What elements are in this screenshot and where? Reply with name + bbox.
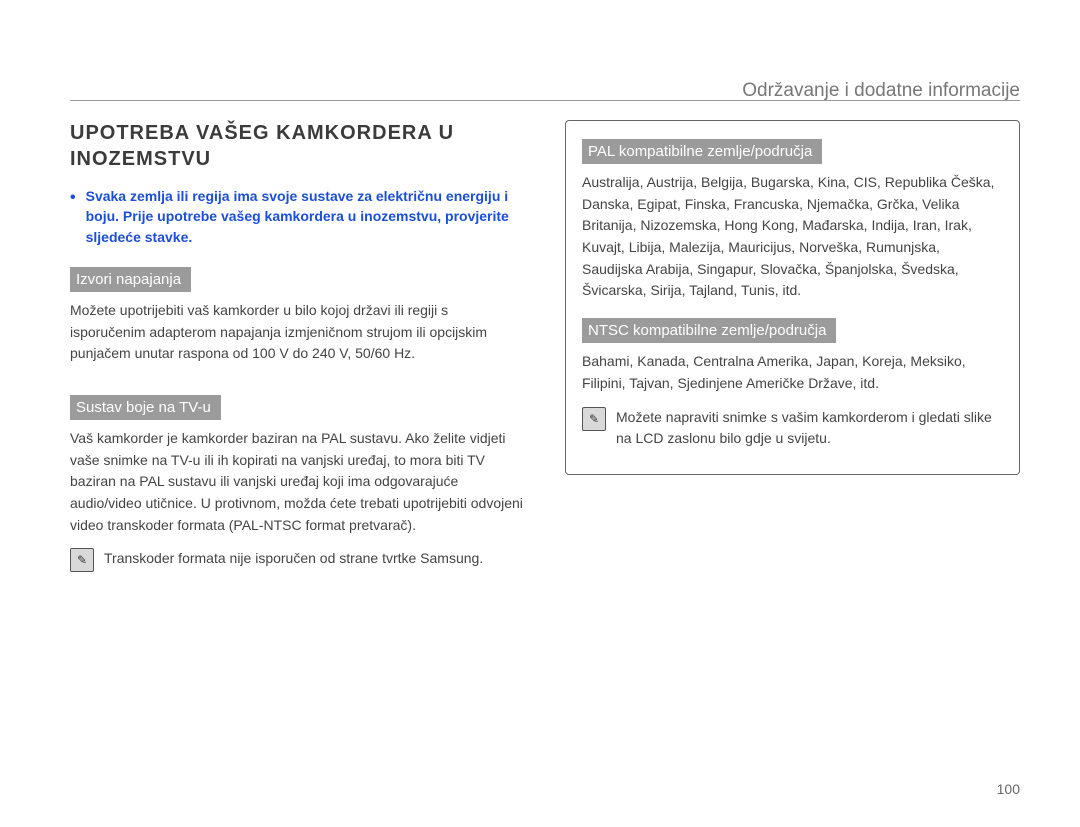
right-column: PAL kompatibilne zemlje/područja Austral… xyxy=(565,120,1020,586)
tv-color-heading: Sustav boje na TV-u xyxy=(70,395,221,420)
power-sources-body: Možete upotrijebiti vaš kamkorder u bilo… xyxy=(70,300,525,365)
page-title: UPOTREBA VAŠEG KAMKORDERA U INOZEMSTVU xyxy=(70,120,525,172)
ntsc-body: Bahami, Kanada, Centralna Amerika, Japan… xyxy=(582,351,1003,394)
note-icon: ✎ xyxy=(582,407,606,431)
ntsc-heading: NTSC kompatibilne zemlje/područja xyxy=(582,318,836,343)
section-label: Održavanje i dodatne informacije xyxy=(742,80,1020,102)
warning-block: • Svaka zemlja ili regija ima svoje sust… xyxy=(70,186,525,247)
header-rule xyxy=(70,100,1020,101)
pal-heading: PAL kompatibilne zemlje/područja xyxy=(582,139,822,164)
page-number: 100 xyxy=(997,781,1020,797)
tv-color-body: Vaš kamkorder je kamkorder baziran na PA… xyxy=(70,428,525,536)
pal-body: Australija, Austrija, Belgija, Bugarska,… xyxy=(582,172,1003,302)
warning-text: Svaka zemlja ili regija ima svoje sustav… xyxy=(86,186,525,247)
note-text-right: Možete napraviti snimke s vašim kamkorde… xyxy=(616,407,1003,450)
power-sources-heading: Izvori napajanja xyxy=(70,267,191,292)
content-columns: UPOTREBA VAŠEG KAMKORDERA U INOZEMSTVU •… xyxy=(70,120,1020,586)
document-page: Održavanje i dodatne informacije UPOTREB… xyxy=(0,0,1080,827)
left-column: UPOTREBA VAŠEG KAMKORDERA U INOZEMSTVU •… xyxy=(70,120,525,586)
bullet-icon: • xyxy=(70,186,76,247)
note-row-right: ✎ Možete napraviti snimke s vašim kamkor… xyxy=(582,407,1003,450)
note-icon: ✎ xyxy=(70,548,94,572)
note-row-left: ✎ Transkoder formata nije isporučen od s… xyxy=(70,548,525,572)
note-text-left: Transkoder formata nije isporučen od str… xyxy=(104,548,483,570)
compatibility-box: PAL kompatibilne zemlje/područja Austral… xyxy=(565,120,1020,475)
